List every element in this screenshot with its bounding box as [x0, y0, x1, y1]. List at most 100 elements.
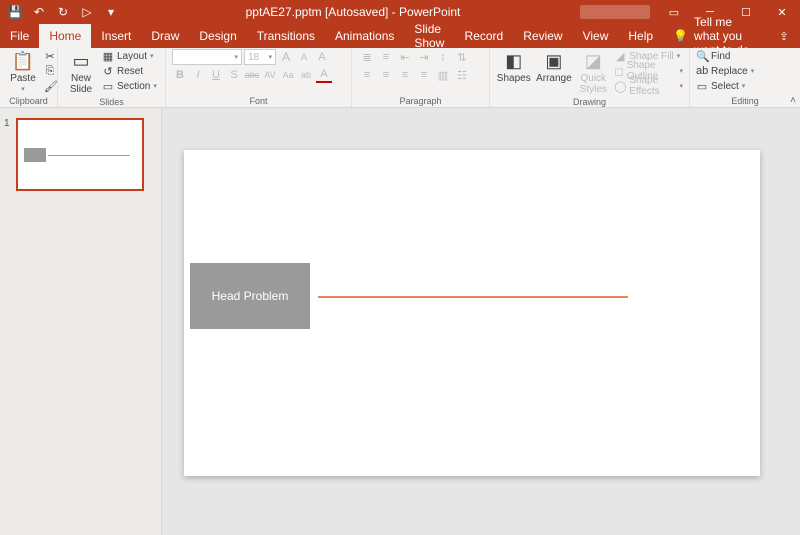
- tab-design[interactable]: Design: [189, 24, 246, 48]
- collapse-ribbon-button[interactable]: ˄: [790, 95, 796, 106]
- text-direction-button[interactable]: ⇅: [453, 49, 471, 65]
- share-button[interactable]: ⇪: [768, 24, 800, 48]
- underline-button[interactable]: U: [208, 67, 224, 83]
- font-color-button[interactable]: A: [316, 67, 332, 83]
- ribbon: 📋 Paste ▾ ✂ ⎘ 🖌 Clipboard ▭ New Slide ▦L…: [0, 48, 800, 108]
- format-painter-icon: 🖌: [44, 80, 56, 93]
- tab-home[interactable]: Home: [39, 24, 91, 48]
- italic-button[interactable]: I: [190, 67, 206, 83]
- decrease-indent-button[interactable]: ⇤: [396, 49, 414, 65]
- shape-effects-button[interactable]: ◯Shape Effects▾: [614, 79, 683, 93]
- thumb-shape-box: [24, 148, 46, 162]
- group-label-font: Font: [172, 96, 345, 107]
- replace-button[interactable]: abReplace▾: [696, 64, 754, 78]
- numbering-button[interactable]: ≡: [377, 49, 395, 65]
- tab-review[interactable]: Review: [513, 24, 572, 48]
- copy-button[interactable]: ⎘: [44, 64, 56, 78]
- highlight-button[interactable]: ab: [298, 67, 314, 83]
- tab-animations[interactable]: Animations: [325, 24, 404, 48]
- tab-record[interactable]: Record: [455, 24, 514, 48]
- title-bar: 💾 ↶ ↻ ▷ ▾ pptAE27.pptm [Autosaved] - Pow…: [0, 0, 800, 24]
- replace-icon: ab: [696, 65, 708, 77]
- columns-button[interactable]: ▥: [434, 67, 452, 83]
- font-size-combo[interactable]: 18▾: [244, 49, 276, 65]
- increase-indent-button[interactable]: ⇥: [415, 49, 433, 65]
- group-slides: ▭ New Slide ▦Layout▾ ↺Reset ▭Section▾ Sl…: [58, 48, 166, 107]
- tab-draw[interactable]: Draw: [141, 24, 189, 48]
- smartart-button[interactable]: ☷: [453, 67, 471, 83]
- tab-help[interactable]: Help: [618, 24, 663, 48]
- layout-icon: ▦: [102, 50, 114, 63]
- qat-customize-button[interactable]: ▾: [102, 3, 120, 21]
- grow-font-button[interactable]: A: [278, 49, 294, 65]
- tab-file[interactable]: File: [0, 24, 39, 48]
- copy-icon: ⎘: [44, 65, 56, 78]
- clear-formatting-button[interactable]: A: [314, 49, 330, 65]
- group-drawing: ◧ Shapes ▣ Arrange ◪ Quick Styles ◢Shape…: [490, 48, 690, 107]
- justify-button[interactable]: ≡: [415, 67, 433, 83]
- quick-access-toolbar: 💾 ↶ ↻ ▷ ▾: [0, 3, 126, 21]
- group-label-slides: Slides: [64, 97, 159, 108]
- group-editing: 🔍Find abReplace▾ ▭Select▾ Editing: [690, 48, 800, 107]
- decorative-line[interactable]: [318, 296, 628, 298]
- shrink-font-button[interactable]: A: [296, 49, 312, 65]
- window-title: pptAE27.pptm [Autosaved] - PowerPoint: [126, 5, 580, 19]
- slide-thumbnail-1[interactable]: [16, 118, 144, 191]
- new-slide-icon: ▭: [72, 51, 89, 72]
- shape-outline-icon: ◻: [614, 65, 623, 78]
- tab-transitions[interactable]: Transitions: [247, 24, 325, 48]
- char-spacing-button[interactable]: AV: [262, 67, 278, 83]
- slide-number: 1: [4, 118, 12, 191]
- slide[interactable]: Head Problem: [184, 150, 760, 476]
- select-button[interactable]: ▭Select▾: [696, 79, 754, 93]
- arrange-button[interactable]: ▣ Arrange: [535, 49, 572, 86]
- group-label-clipboard: Clipboard: [6, 96, 51, 107]
- select-icon: ▭: [696, 80, 708, 93]
- slide-canvas-area[interactable]: Head Problem: [162, 108, 800, 535]
- shape-fill-icon: ◢: [614, 50, 626, 63]
- line-spacing-button[interactable]: ↕: [434, 49, 452, 65]
- new-slide-button[interactable]: ▭ New Slide: [64, 49, 98, 97]
- tab-view[interactable]: View: [573, 24, 619, 48]
- ribbon-display-options-button[interactable]: ▭: [656, 0, 692, 24]
- shapes-button[interactable]: ◧ Shapes: [496, 49, 531, 86]
- undo-button[interactable]: ↶: [30, 3, 48, 21]
- section-button[interactable]: ▭Section▾: [102, 79, 157, 93]
- align-center-button[interactable]: ≡: [377, 67, 395, 83]
- tell-me-search[interactable]: 💡 Tell me what you want to do: [663, 24, 768, 48]
- group-clipboard: 📋 Paste ▾ ✂ ⎘ 🖌 Clipboard: [0, 48, 58, 107]
- paste-button[interactable]: 📋 Paste ▾: [6, 49, 40, 95]
- redo-button[interactable]: ↻: [54, 3, 72, 21]
- bullets-button[interactable]: ≣: [358, 49, 376, 65]
- user-account[interactable]: [580, 5, 650, 19]
- shapes-icon: ◧: [505, 51, 522, 72]
- paste-icon: 📋: [12, 51, 34, 72]
- layout-button[interactable]: ▦Layout▾: [102, 49, 157, 63]
- start-from-beginning-button[interactable]: ▷: [78, 3, 96, 21]
- group-label-editing: Editing: [696, 96, 794, 107]
- align-left-button[interactable]: ≡: [358, 67, 376, 83]
- shadow-button[interactable]: S: [226, 67, 242, 83]
- close-button[interactable]: ✕: [764, 0, 800, 24]
- workspace: 1 Head Problem: [0, 108, 800, 535]
- tab-slideshow[interactable]: Slide Show: [404, 24, 454, 48]
- find-button[interactable]: 🔍Find: [696, 49, 754, 63]
- cut-button[interactable]: ✂: [44, 49, 56, 63]
- title-text: Head Problem: [212, 289, 289, 303]
- ribbon-tabs: File Home Insert Draw Design Transitions…: [0, 24, 800, 48]
- reset-icon: ↺: [102, 65, 114, 78]
- reset-button[interactable]: ↺Reset: [102, 64, 157, 78]
- bold-button[interactable]: B: [172, 67, 188, 83]
- title-placeholder[interactable]: Head Problem: [190, 263, 310, 329]
- tab-insert[interactable]: Insert: [91, 24, 141, 48]
- save-button[interactable]: 💾: [6, 3, 24, 21]
- change-case-button[interactable]: Aa: [280, 67, 296, 83]
- quick-styles-button[interactable]: ◪ Quick Styles: [576, 49, 610, 97]
- align-right-button[interactable]: ≡: [396, 67, 414, 83]
- shape-effects-icon: ◯: [614, 80, 626, 93]
- format-painter-button[interactable]: 🖌: [44, 79, 56, 93]
- font-family-combo[interactable]: ▾: [172, 49, 242, 65]
- group-label-paragraph: Paragraph: [358, 96, 483, 107]
- strikethrough-button[interactable]: abc: [244, 67, 260, 83]
- group-font: ▾ 18▾ A A A B I U S abc AV Aa ab A: [166, 48, 352, 107]
